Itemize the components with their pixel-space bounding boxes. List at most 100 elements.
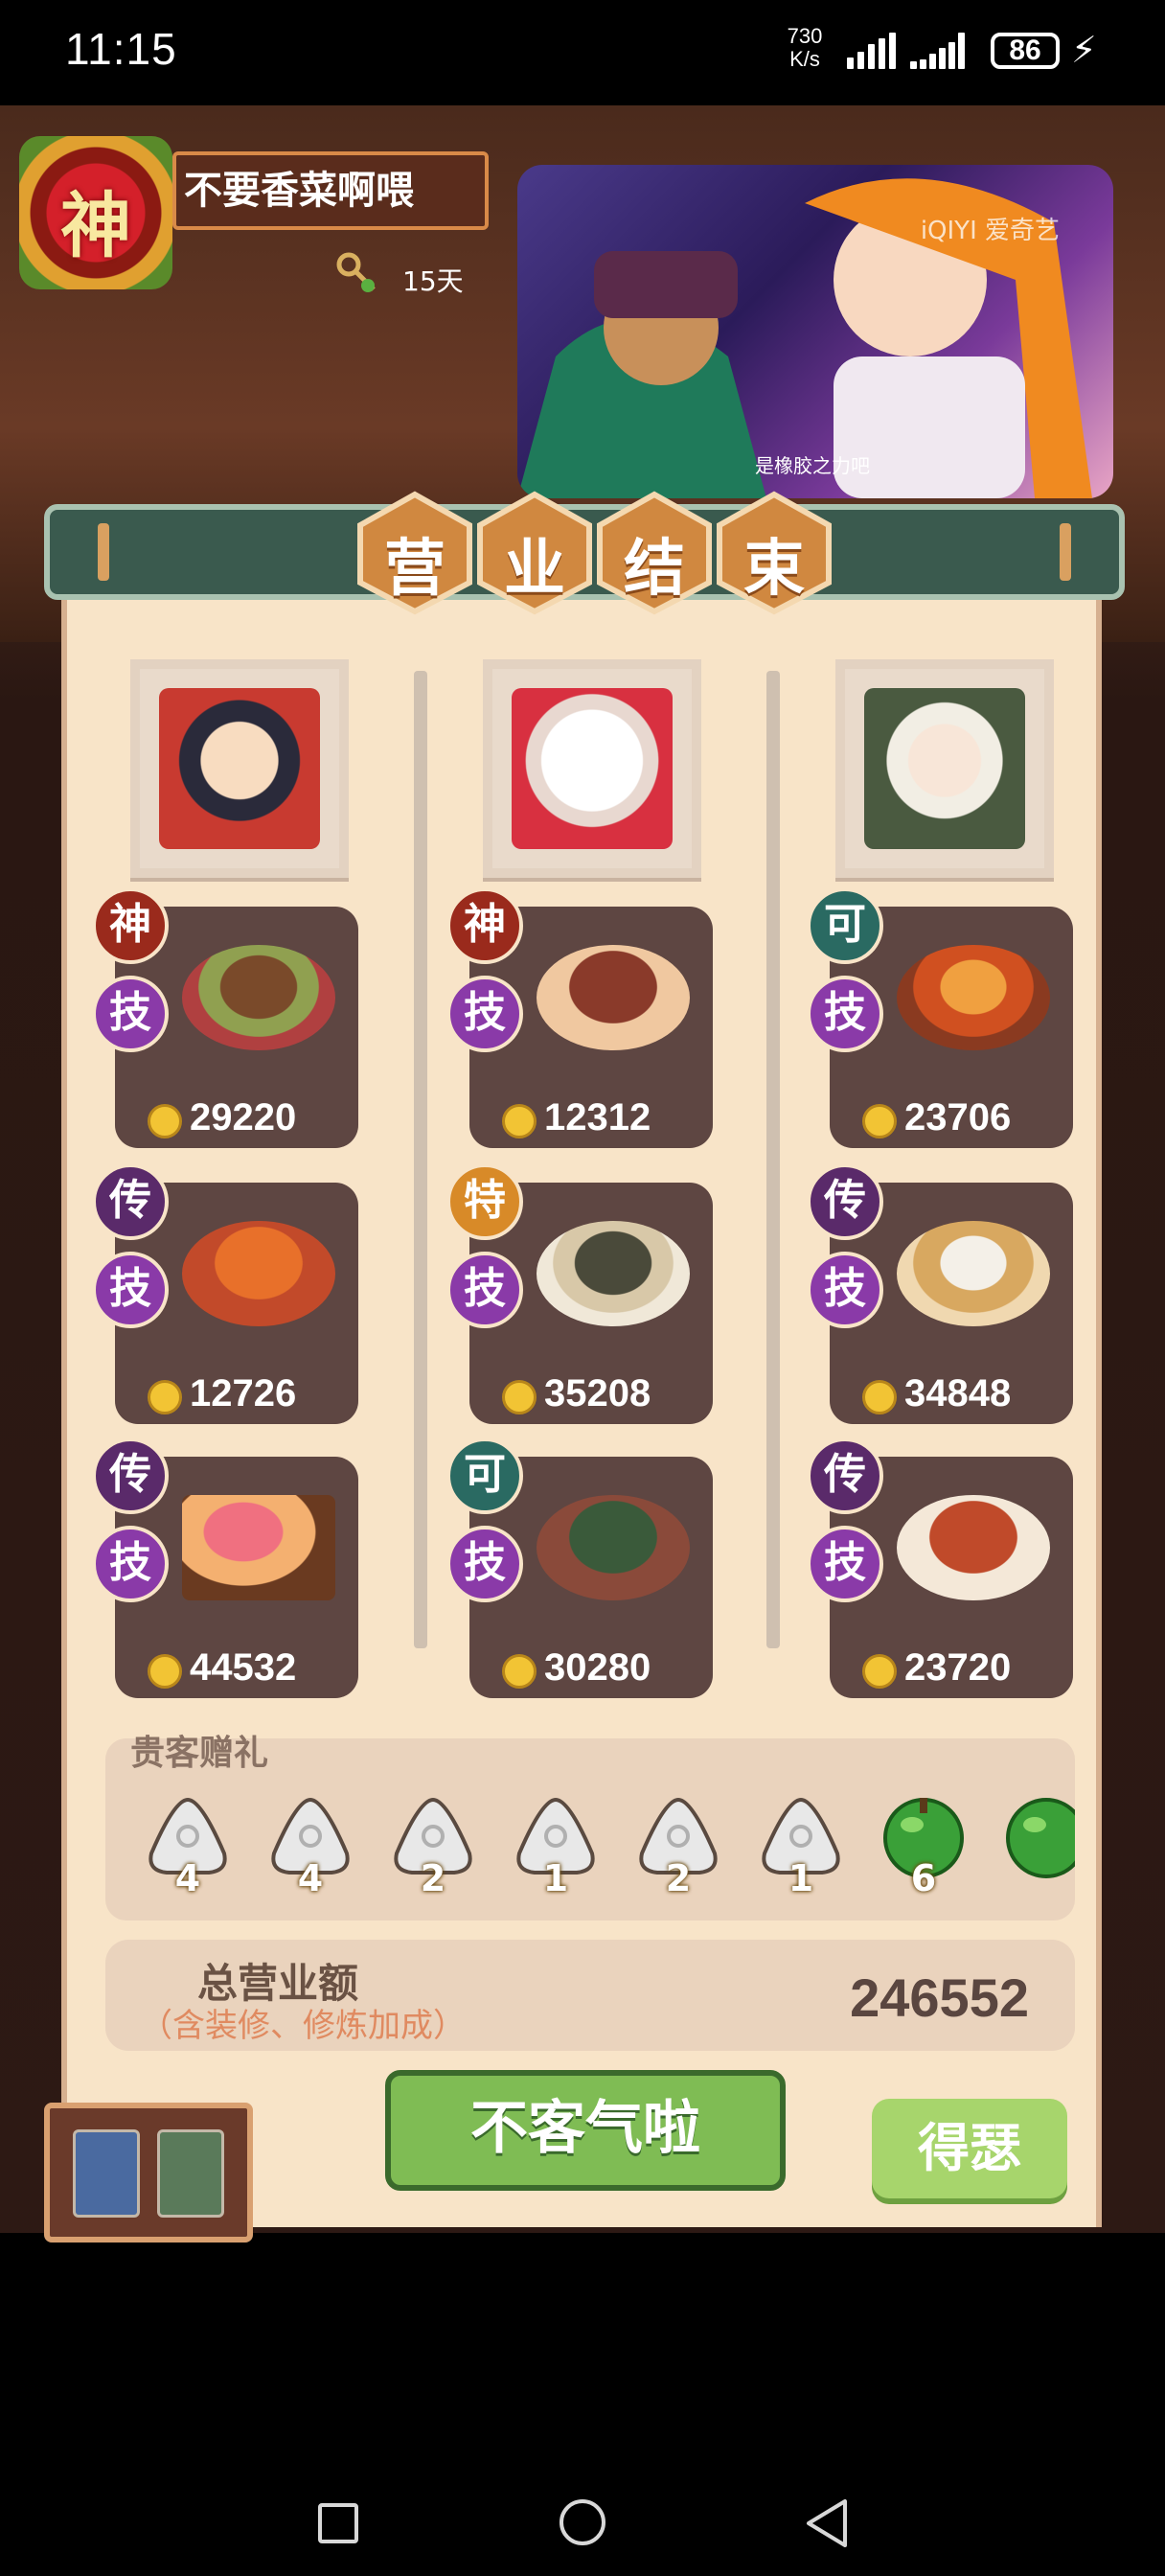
total-revenue-note: （含装修、修炼加成） [140, 2007, 466, 2045]
dish-image [537, 945, 690, 1050]
dish-image [897, 945, 1050, 1050]
title-char-3: 结 [592, 491, 717, 615]
player-rank-avatar[interactable]: 神 [19, 136, 172, 289]
dish-image [897, 1495, 1050, 1600]
coin-icon [148, 1654, 182, 1689]
camera-icon [73, 2129, 140, 2218]
confirm-button[interactable]: 不客气啦 [385, 2070, 786, 2191]
title-char-2: 业 [472, 491, 597, 615]
video-subtitle: 是橡胶之力吧 [755, 454, 870, 477]
rice-ball-icon[interactable]: 1 [755, 1794, 847, 1899]
screenshot-share-widget[interactable] [44, 2103, 253, 2242]
gifts-label: 贵客赠礼 [130, 1734, 269, 1773]
rank-badge-text: 神 [60, 185, 131, 267]
coin-icon [148, 1380, 182, 1414]
network-speed: 730 K/s [781, 25, 829, 71]
dish-coins: 12312 [502, 1096, 651, 1139]
guest-portrait-2[interactable] [483, 659, 701, 878]
green-orb-icon[interactable]: 6 [878, 1794, 970, 1899]
recents-button[interactable] [318, 2503, 358, 2543]
column-divider [414, 671, 427, 1648]
dish-coins: 34848 [862, 1372, 1011, 1415]
banner-bar-left [98, 523, 109, 581]
grade-badge: 特 [446, 1163, 523, 1240]
gift-count: 4 [174, 1857, 201, 1899]
dish-coins: 23706 [862, 1096, 1011, 1139]
dish-image [182, 1495, 335, 1600]
signal-icon [847, 33, 904, 69]
coin-icon [862, 1104, 897, 1138]
skill-badge: 技 [446, 1526, 523, 1602]
show-off-button[interactable]: 得瑟 [872, 2099, 1067, 2198]
guest-portrait-1[interactable] [130, 659, 349, 878]
sheep-girl-portrait [864, 688, 1025, 849]
gift-count: 2 [420, 1857, 446, 1899]
rice-ball-icon[interactable]: 2 [387, 1794, 479, 1899]
dish-coins: 30280 [502, 1646, 651, 1690]
home-button[interactable] [560, 2499, 605, 2545]
coin-icon [502, 1380, 537, 1414]
dish-coins: 29220 [148, 1096, 296, 1139]
gift-count: 6 [910, 1857, 937, 1899]
green-orb-icon[interactable] [1000, 1794, 1075, 1886]
dish-image [897, 1221, 1050, 1326]
camera-icon-2 [157, 2129, 224, 2218]
back-button[interactable] [803, 2497, 851, 2549]
key-icon [336, 252, 376, 292]
player-name: 不要香菜啊喂 [172, 151, 489, 230]
skill-badge: 技 [92, 1526, 169, 1602]
coin-icon [502, 1104, 537, 1138]
chef-boy-portrait [159, 688, 320, 849]
net-speed-unit: K/s [789, 47, 820, 71]
days-counter: 15天 [402, 265, 464, 297]
grade-badge: 传 [92, 1438, 169, 1514]
gift-count: 1 [788, 1857, 814, 1899]
title-char-4: 束 [712, 491, 836, 615]
dish-image [537, 1221, 690, 1326]
grade-badge: 传 [807, 1163, 883, 1240]
signal-icon-2 [910, 33, 977, 69]
skill-badge: 技 [807, 976, 883, 1052]
clock: 11:15 [65, 24, 177, 74]
grade-badge: 神 [446, 887, 523, 964]
grade-badge: 可 [446, 1438, 523, 1514]
charging-icon: ⚡ [1071, 29, 1097, 71]
coin-icon [862, 1654, 897, 1689]
skill-badge: 技 [446, 976, 523, 1052]
column-divider [766, 671, 780, 1648]
grade-badge: 可 [807, 887, 883, 964]
guest-portrait-3[interactable] [835, 659, 1054, 878]
rice-ball-icon[interactable]: 4 [142, 1794, 234, 1899]
skill-badge: 技 [807, 1252, 883, 1328]
skill-badge: 技 [446, 1252, 523, 1328]
hello-kitty-portrait [512, 688, 673, 849]
coin-icon [148, 1104, 182, 1138]
dish-image [182, 1221, 335, 1326]
status-bar: 11:15 730 K/s 86 ⚡ [0, 0, 1165, 105]
video-pip[interactable]: iQIYI 爱奇艺 是橡胶之力吧 [517, 165, 1113, 498]
grade-badge: 神 [92, 887, 169, 964]
gift-count: 2 [665, 1857, 692, 1899]
title-char-1: 营 [353, 491, 477, 615]
video-watermark: iQIYI 爱奇艺 [920, 217, 1060, 245]
gift-count: 4 [297, 1857, 324, 1899]
dish-coins: 44532 [148, 1646, 296, 1690]
rice-ball-icon[interactable]: 2 [632, 1794, 724, 1899]
total-revenue-box: 总营业额 （含装修、修炼加成） 246552 [105, 1940, 1075, 2051]
dish-coins: 23720 [862, 1646, 1011, 1690]
net-speed-value: 730 [787, 24, 823, 48]
dish-coins: 12726 [148, 1372, 296, 1415]
rice-ball-icon[interactable]: 1 [510, 1794, 602, 1899]
dish-coins: 35208 [502, 1372, 651, 1415]
skill-badge: 技 [807, 1526, 883, 1602]
total-revenue-value: 246552 [850, 1967, 1029, 2028]
grade-badge: 传 [92, 1163, 169, 1240]
coin-icon [502, 1654, 537, 1689]
banner-bar-right [1060, 523, 1071, 581]
dish-image [182, 945, 335, 1050]
rice-ball-icon[interactable]: 4 [264, 1794, 356, 1899]
dish-image [537, 1495, 690, 1600]
skill-badge: 技 [92, 1252, 169, 1328]
grade-badge: 传 [807, 1438, 883, 1514]
skill-badge: 技 [92, 976, 169, 1052]
